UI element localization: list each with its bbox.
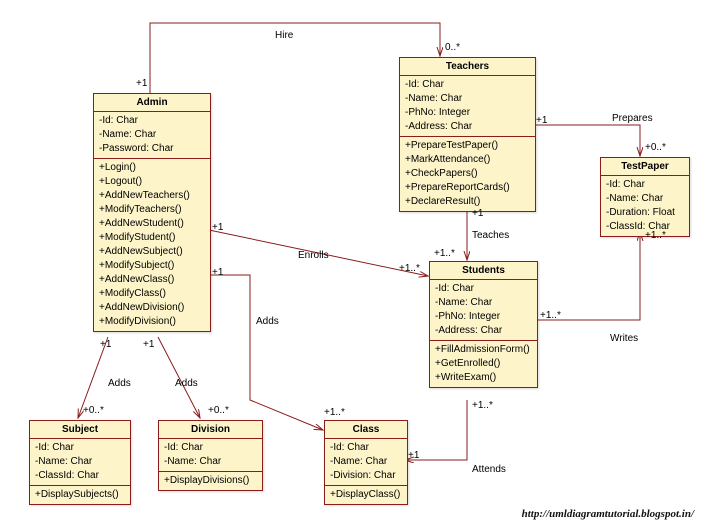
mult: 0..*: [445, 42, 460, 53]
attrs: -Id: Char-Name: Char-Password: Char: [94, 112, 210, 159]
ops: +PrepareTestPaper()+MarkAttendance()+Che…: [400, 137, 535, 211]
class-title: TestPaper: [601, 158, 689, 176]
label-adds: Adds: [175, 378, 198, 389]
label-prepares: Prepares: [612, 113, 653, 124]
label-attends: Attends: [472, 464, 506, 475]
class-testpaper: TestPaper -Id: Char-Name: Char-Duration:…: [600, 157, 690, 237]
class-subject: Subject -Id: Char-Name: Char-ClassId: Ch…: [29, 420, 131, 505]
attrs: -Id: Char-Name: Char-Division: Char: [325, 439, 407, 486]
mult: +1..*: [324, 407, 345, 418]
label-adds: Adds: [108, 378, 131, 389]
mult: +1: [408, 450, 419, 461]
class-title: Subject: [30, 421, 130, 439]
mult: +0..*: [645, 142, 666, 153]
attrs: -Id: Char-Name: Char-Duration: Float-Cla…: [601, 176, 689, 236]
label-writes: Writes: [610, 333, 638, 344]
ops: +DisplayDivisions(): [159, 472, 262, 490]
attrs: -Id: Char-Name: Char-PhNo: Integer-Addre…: [400, 76, 535, 137]
mult: +1..*: [434, 248, 455, 259]
class-title: Admin: [94, 94, 210, 112]
class-title: Division: [159, 421, 262, 439]
label-enrolls: Enrolls: [298, 250, 329, 261]
attrs: -Id: Char-Name: Char-PhNo: Integer-Addre…: [430, 280, 537, 341]
footer-url: http://umldiagramtutorial.blogspot.in/: [522, 508, 694, 520]
mult: +1: [136, 78, 147, 89]
label-hire: Hire: [275, 30, 293, 41]
mult: +1: [100, 339, 111, 350]
ops: +FillAdmissionForm()+GetEnrolled()+Write…: [430, 341, 537, 387]
mult: +0..*: [83, 405, 104, 416]
ops: +DisplayClass(): [325, 486, 407, 504]
class-class: Class -Id: Char-Name: Char-Division: Cha…: [324, 420, 408, 505]
mult: +1: [143, 339, 154, 350]
class-students: Students -Id: Char-Name: Char-PhNo: Inte…: [429, 261, 538, 388]
label-adds: Adds: [256, 316, 279, 327]
mult: +1..*: [645, 230, 666, 241]
attrs: -Id: Char-Name: Char-ClassId: Char: [30, 439, 130, 486]
label-teaches: Teaches: [472, 230, 509, 241]
class-title: Teachers: [400, 58, 535, 76]
class-division: Division -Id: Char-Name: Char +DisplayDi…: [158, 420, 263, 491]
mult: +1..*: [540, 310, 561, 321]
class-admin: Admin -Id: Char-Name: Char-Password: Cha…: [93, 93, 211, 332]
mult: +1: [536, 115, 547, 126]
ops: +Login()+Logout()+AddNewTeachers()+Modif…: [94, 159, 210, 331]
mult: +1: [212, 267, 223, 278]
class-title: Class: [325, 421, 407, 439]
attrs: -Id: Char-Name: Char: [159, 439, 262, 472]
class-teachers: Teachers -Id: Char-Name: Char-PhNo: Inte…: [399, 57, 536, 212]
ops: +DisplaySubjects(): [30, 486, 130, 504]
class-title: Students: [430, 262, 537, 280]
mult: +1: [472, 208, 483, 219]
mult: +1..*: [472, 400, 493, 411]
mult: +1..*: [399, 263, 420, 274]
mult: +0..*: [208, 405, 229, 416]
mult: +1: [212, 222, 223, 233]
